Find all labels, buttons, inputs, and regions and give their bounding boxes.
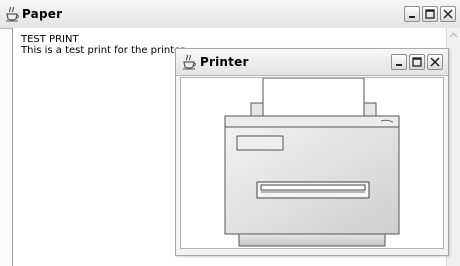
printer-display-area (180, 77, 444, 249)
java-cup-icon (183, 54, 196, 70)
paper-window-title: Paper (22, 7, 63, 21)
minimize-button[interactable] (404, 6, 420, 22)
minimize-icon (396, 64, 402, 66)
maximize-button[interactable] (422, 6, 438, 22)
scroll-up-arrow-icon[interactable] (448, 30, 459, 41)
maximize-icon (425, 9, 435, 19)
printer-titlebar[interactable]: Printer (176, 49, 448, 76)
printer-maximize-button[interactable] (409, 54, 425, 70)
minimize-icon (409, 16, 415, 18)
close-icon (443, 9, 453, 19)
printer-window-title: Printer (200, 55, 249, 69)
printer-window: Printer (175, 48, 449, 256)
paper-titlebar[interactable]: Paper (0, 0, 460, 29)
close-button[interactable] (440, 6, 456, 22)
maximize-icon (412, 57, 422, 67)
printer-close-button[interactable] (427, 54, 443, 70)
paper-text-line-2: This is a test print for the printer. (21, 45, 187, 56)
java-cup-icon (6, 6, 19, 22)
printer-icon (224, 78, 400, 247)
printer-minimize-button[interactable] (391, 54, 407, 70)
paper-text-line-1: TEST PRINT (21, 34, 79, 45)
close-icon (430, 57, 440, 67)
